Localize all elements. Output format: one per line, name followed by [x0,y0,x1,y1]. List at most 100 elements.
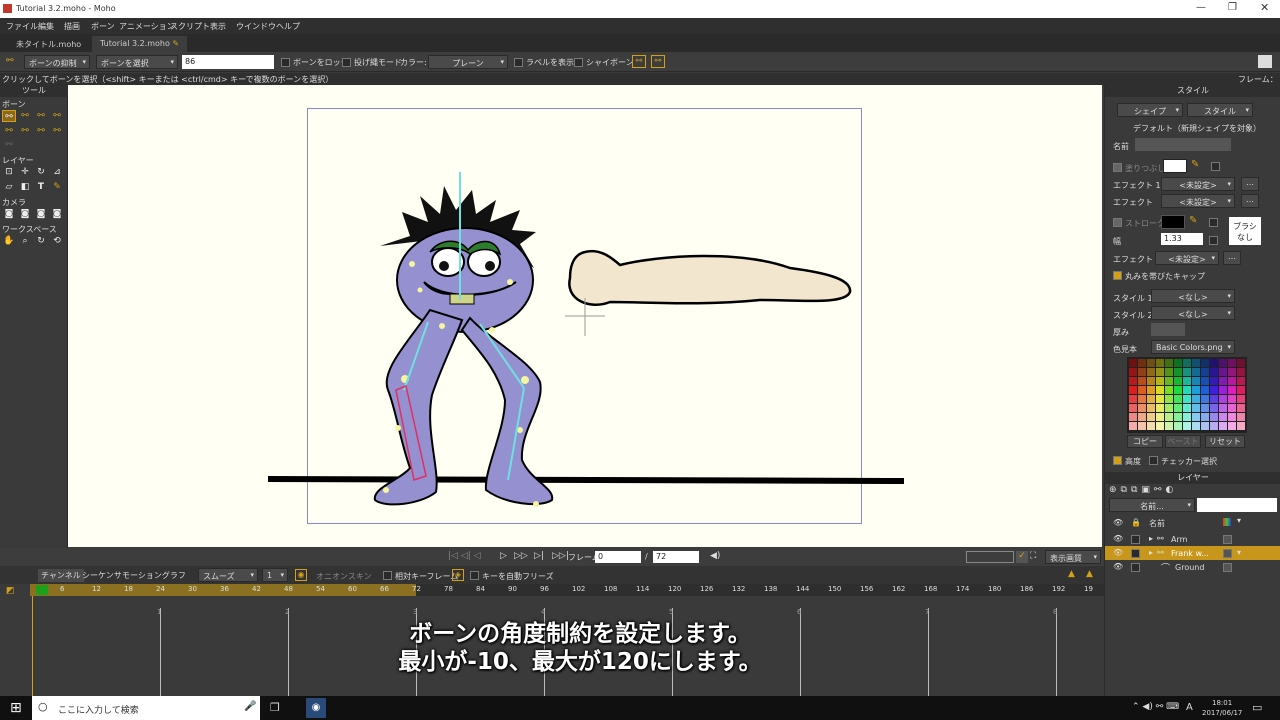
palette-swatch[interactable] [1156,386,1164,394]
palette-swatch[interactable] [1201,368,1209,376]
quality-dropdown[interactable]: 表示画質 ▾ [1045,550,1101,564]
layer-row-arm[interactable]: 👁 ▸ ⚯ Arm [1105,532,1280,546]
chevron-down-icon[interactable]: ▾ [1237,548,1241,557]
palette-swatch[interactable] [1228,404,1236,412]
palette-swatch[interactable] [1138,359,1146,367]
palette-swatch[interactable] [1201,377,1209,385]
palette-swatch[interactable] [1219,413,1227,421]
palette-swatch[interactable] [1156,368,1164,376]
palette-swatch[interactable] [1129,359,1137,367]
view-mode-icon[interactable] [966,551,1014,563]
checker-checkbox[interactable] [1149,456,1158,465]
eyedropper-icon[interactable]: ✎ [1191,159,1199,170]
bind-points-tool-icon[interactable]: ⚯ [18,125,32,137]
lock-bone-checkbox[interactable] [281,58,290,67]
palette-swatch[interactable] [1147,377,1155,385]
palette-swatch[interactable] [1129,386,1137,394]
palette-swatch[interactable] [1129,413,1137,421]
palette-swatch[interactable] [1210,413,1218,421]
palette-swatch[interactable] [1237,422,1245,430]
palette-swatch[interactable] [1210,386,1218,394]
palette-swatch[interactable] [1210,404,1218,412]
round-cap-checkbox[interactable] [1113,271,1122,280]
palette-swatch[interactable] [1228,422,1236,430]
palette-swatch[interactable] [1237,377,1245,385]
menu-edit[interactable]: 編集 [38,21,54,32]
layer-row-ground[interactable]: 👁 ⌒ Ground [1105,560,1280,574]
panel-toggle-icon[interactable] [1258,55,1272,68]
palette-swatch[interactable] [1183,359,1191,367]
palette-swatch[interactable] [1192,395,1200,403]
menu-window[interactable]: ウインドウ [236,21,276,32]
effect1-dropdown[interactable]: <未設定> ▾ [1161,177,1235,191]
palette-swatch[interactable] [1165,422,1173,430]
layer-toolbar[interactable]: ⊕⧉⧉▣⚯◐ [1109,485,1219,495]
stroke-extra-checkbox[interactable] [1209,218,1218,227]
menu-view[interactable]: 表示 [210,21,226,32]
palette-swatch[interactable] [1174,404,1182,412]
palette-swatch[interactable] [1219,359,1227,367]
maximize-icon[interactable]: ❐ [1228,2,1237,13]
palette-swatch[interactable] [1219,422,1227,430]
palette-swatch[interactable] [1138,377,1146,385]
manipulate-bones-tool-icon[interactable]: ⚯ [50,125,64,137]
lasso-checkbox[interactable] [342,58,351,67]
menu-file[interactable]: ファイル [6,21,38,32]
eye-icon[interactable]: 👁 [1113,548,1123,557]
palette-swatch[interactable] [1174,368,1182,376]
palette-swatch[interactable] [1192,404,1200,412]
bone-physics-tool-icon[interactable]: ⚯ [2,139,16,151]
chevron-down-icon[interactable]: ▾ [1237,516,1241,525]
thickness-input[interactable] [1151,323,1185,336]
palette-swatch[interactable] [1183,395,1191,403]
palette-swatch[interactable] [1174,377,1182,385]
flip-layer-tool-icon[interactable]: ◧ [18,181,32,193]
palette-swatch[interactable] [1165,359,1173,367]
palette-swatch[interactable] [1138,422,1146,430]
palette-swatch[interactable] [1192,359,1200,367]
menu-help[interactable]: ヘルプ [276,21,300,32]
roll-camera-icon[interactable]: ◙ [34,208,48,220]
hq-checkbox[interactable] [1113,456,1122,465]
palette-swatch[interactable] [1192,422,1200,430]
close-icon[interactable]: ✕ [1260,1,1269,14]
tab-untitled[interactable]: 未タイトル.moho [8,36,89,52]
palette-swatch[interactable] [1210,377,1218,385]
step-dropdown[interactable]: 1 ▾ [262,568,288,582]
shear-layer-tool-icon[interactable]: ▱ [2,181,16,193]
palette-swatch[interactable] [1228,359,1236,367]
checkmark-icon[interactable]: ✓ [1016,551,1028,563]
onion-icon[interactable]: ◉ [295,569,307,581]
palette-swatch[interactable] [1192,386,1200,394]
rewind-icon[interactable]: |◁ ◁| ◁ [448,551,481,561]
fullscreen-icon[interactable]: ⛶ [1030,551,1036,561]
palette-swatch[interactable] [1237,386,1245,394]
interpolation-dropdown[interactable]: スムーズ ▾ [198,568,258,582]
palette-swatch[interactable] [1165,395,1173,403]
zoom-in-timeline-icon[interactable]: ▲ [1068,569,1075,579]
palette-swatch[interactable] [1219,404,1227,412]
palette-swatch[interactable] [1147,386,1155,394]
palette-swatch[interactable] [1201,359,1209,367]
palette-swatch[interactable] [1192,377,1200,385]
palette-swatch[interactable] [1138,368,1146,376]
minimize-icon[interactable]: — [1196,2,1206,13]
layer-color-box[interactable] [1223,563,1232,572]
menu-script[interactable]: スクリプト [170,21,210,32]
stroke-eyedropper-icon[interactable]: ✎ [1189,215,1197,226]
palette-swatch[interactable] [1165,413,1173,421]
palette-swatch[interactable] [1165,377,1173,385]
palette-swatch[interactable] [1183,404,1191,412]
swatch-dropdown[interactable]: Basic Colors.png ▾ [1151,340,1235,354]
palette-swatch[interactable] [1129,422,1137,430]
style1-dropdown[interactable]: <なし> ▾ [1151,289,1235,303]
pencil-tool-icon[interactable]: ✎ [50,181,64,193]
rotate-workspace-icon[interactable]: ↻ [34,235,48,247]
stroke-color-swatch[interactable] [1161,215,1185,229]
lock-checkbox[interactable] [1131,563,1140,572]
clock-date[interactable]: 2017/06/17 [1202,709,1242,717]
zoom-out-timeline-icon[interactable]: ▲ [1086,569,1093,579]
eye-icon[interactable]: 👁 [1113,562,1123,571]
reset-button[interactable]: リセット [1205,435,1245,448]
palette-swatch[interactable] [1219,395,1227,403]
